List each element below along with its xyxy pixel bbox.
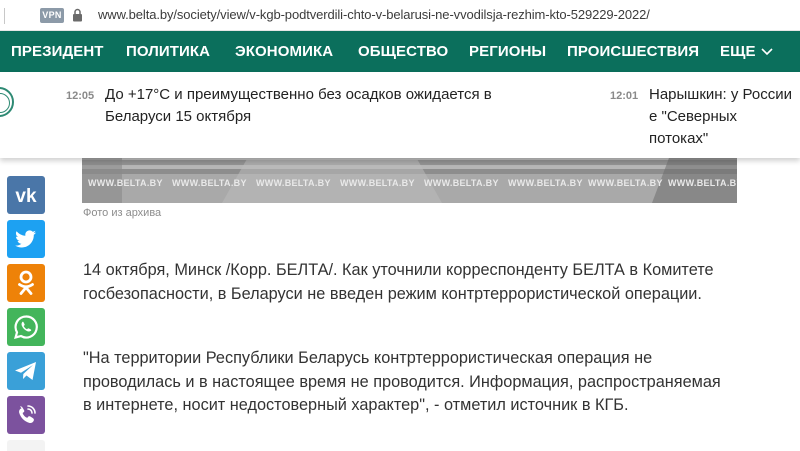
photo-watermark: WWW.BELTA.BY	[508, 178, 583, 188]
photo-watermark: WWW.BELTA.BY	[256, 178, 331, 188]
share-telegram-button[interactable]	[7, 352, 45, 390]
vpn-badge[interactable]: VPN	[40, 8, 64, 23]
photo-watermark: WWW.BELTA.BY	[340, 178, 415, 188]
odnoklassniki-icon	[18, 270, 34, 295]
news-ticker: 12:05 До +17°С и преимущественно без оса…	[0, 72, 800, 158]
menu-item-economy[interactable]: ЭКОНОМИКА	[235, 43, 333, 60]
article-paragraph: 14 октября, Минск /Корр. БЕЛТА/. Как уто…	[83, 261, 714, 303]
telegram-icon	[15, 362, 36, 380]
chevron-down-icon[interactable]	[760, 44, 774, 58]
ticker-time: 12:01	[610, 90, 639, 102]
ticker-headline-link[interactable]: Нарышкин: у России е "Северных потоках"	[649, 84, 800, 150]
address-bar: VPN www.belta.by/society/view/v-kgb-podt…	[0, 0, 800, 31]
menu-item-incidents[interactable]: ПРОИСШЕСТВИЯ	[567, 43, 699, 60]
share-viber-button[interactable]	[7, 396, 45, 434]
url-field[interactable]: www.belta.by/society/view/v-kgb-podtverd…	[98, 7, 650, 22]
lock-icon[interactable]	[72, 8, 83, 22]
site-logo-icon[interactable]	[0, 87, 14, 117]
menu-item-society[interactable]: ОБЩЕСТВО	[358, 43, 448, 60]
share-whatsapp-button[interactable]	[7, 308, 45, 346]
photo-watermark: WWW.BELTA.BY	[424, 178, 499, 188]
menu-item-president[interactable]: ПРЕЗИДЕНТ	[11, 43, 104, 60]
browser-page: VPN www.belta.by/society/view/v-kgb-podt…	[0, 0, 800, 451]
photo-watermark: WWW.BELTA.BY	[668, 178, 737, 188]
share-twitter-button[interactable]	[7, 220, 45, 258]
share-vk-button[interactable]: vk	[7, 176, 45, 214]
main-menu: ПРЕЗИДЕНТ ПОЛИТИКА ЭКОНОМИКА ОБЩЕСТВО РЕ…	[0, 31, 800, 72]
photo-watermark: WWW.BELTA.BY	[588, 178, 663, 188]
menu-item-regions[interactable]: РЕГИОНЫ	[469, 43, 546, 60]
menu-item-politics[interactable]: ПОЛИТИКА	[126, 43, 210, 60]
photo-caption: Фото из архива	[83, 207, 162, 219]
photo-watermark: WWW.BELTA.BY	[88, 178, 163, 188]
ticker-headline-link[interactable]: До +17°С и преимущественно без осадков о…	[105, 84, 500, 128]
whatsapp-icon	[14, 315, 38, 339]
ticker-time: 12:05	[66, 90, 95, 102]
address-bar-edge	[4, 8, 5, 24]
viber-icon	[19, 405, 36, 424]
svg-text:vk: vk	[15, 186, 37, 207]
share-more-button[interactable]	[7, 440, 45, 451]
twitter-icon	[15, 230, 36, 248]
photo-watermark: WWW.BELTA.BY	[172, 178, 247, 188]
menu-item-more[interactable]: ЕЩЕ	[720, 43, 756, 60]
share-odnoklassniki-button[interactable]	[7, 264, 45, 302]
vk-icon: vk	[15, 186, 37, 207]
article-paragraph: "На территории Республики Беларусь контр…	[83, 349, 721, 414]
